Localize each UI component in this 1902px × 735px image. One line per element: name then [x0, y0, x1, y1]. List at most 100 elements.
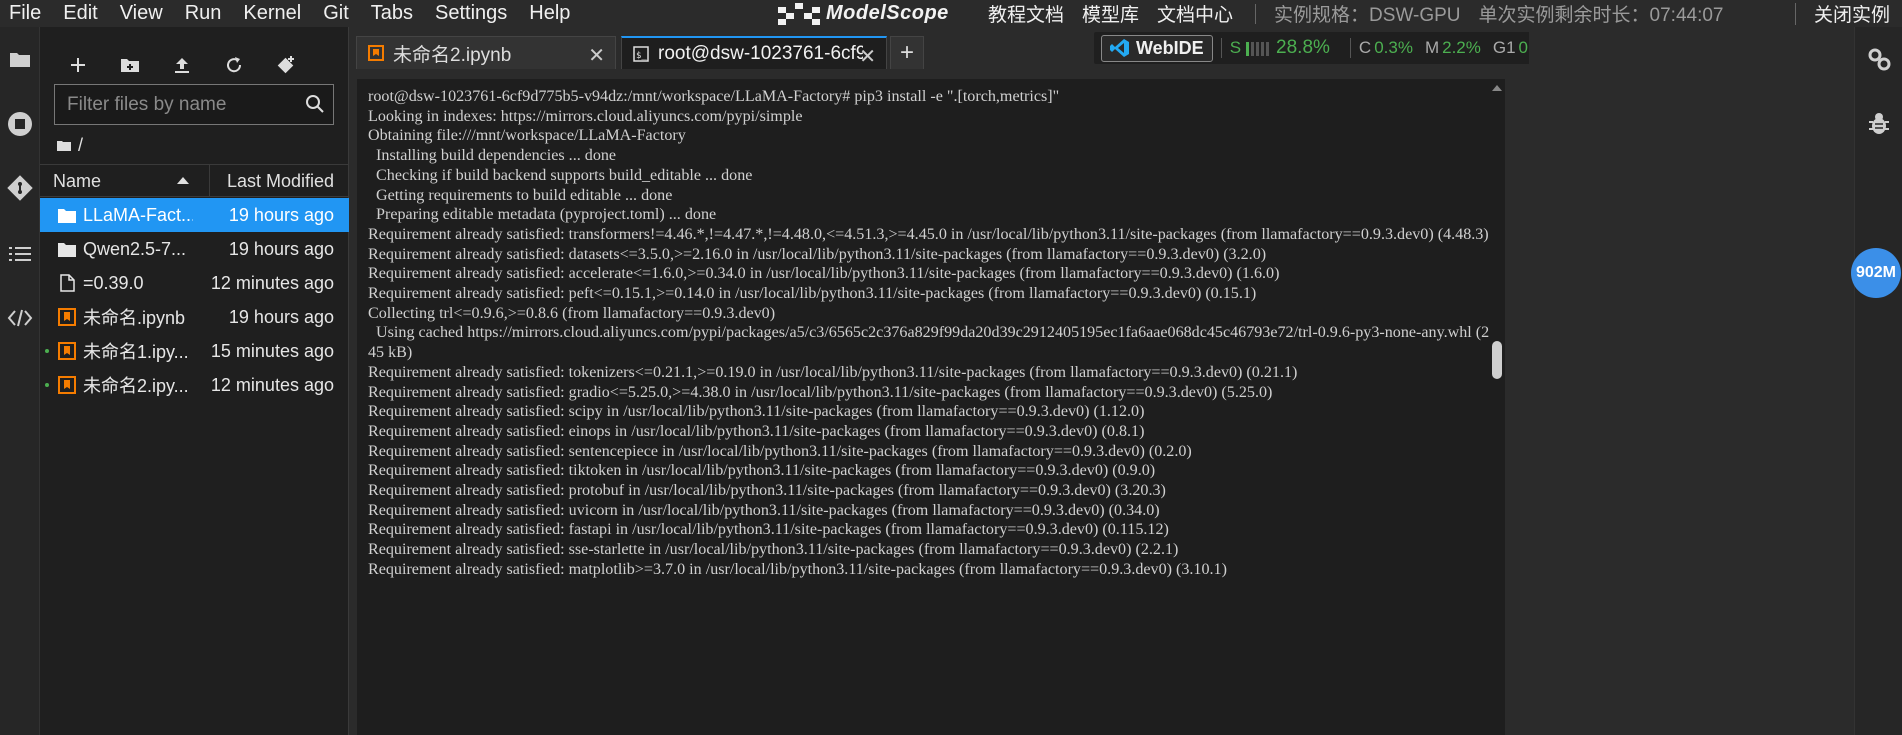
file-modified: 19 hours ago — [228, 306, 334, 327]
folder-icon — [57, 205, 77, 225]
scroll-up-icon[interactable] — [1492, 85, 1502, 91]
file-row[interactable]: LLaMA-Fact... 19 hours ago — [40, 198, 349, 232]
file-row[interactable]: 未命名.ipynb 19 hours ago — [40, 300, 349, 334]
list-icon[interactable] — [5, 239, 35, 269]
modelscope-logo[interactable]: ModelScope — [778, 0, 949, 27]
webide-button[interactable]: WebIDE — [1101, 34, 1213, 62]
terminal-line: Requirement already satisfied: scipy in … — [368, 403, 1145, 421]
instance-spec: 实例规格：DSW-GPU — [1274, 5, 1461, 26]
terminal-scrollbar[interactable] — [1489, 79, 1505, 735]
menu-run[interactable]: Run — [174, 0, 233, 27]
terminal-line: Requirement already satisfied: accelerat… — [368, 265, 1280, 283]
terminal-output[interactable]: root@dsw-1023761-6cf9d775b5-v94dz:/mnt/w… — [368, 87, 1490, 580]
debugger-icon[interactable] — [1864, 109, 1894, 139]
webide-label: WebIDE — [1136, 37, 1204, 58]
menu-view[interactable]: View — [109, 0, 174, 27]
file-modified: 12 minutes ago — [210, 374, 334, 395]
search-icon[interactable] — [305, 94, 325, 114]
brand-name: ModelScope — [826, 2, 949, 24]
memory-badge[interactable]: 902M — [1851, 248, 1901, 298]
file-row[interactable]: 未命名1.ipy... 15 minutes ago — [40, 334, 349, 368]
menu-bar: File Edit View Run Kernel Git Tabs Setti… — [0, 0, 1902, 27]
terminal-line: Requirement already satisfied: fastapi i… — [368, 521, 1169, 539]
upload-icon[interactable] — [164, 47, 200, 83]
running-indicator — [45, 349, 49, 353]
notebook-icon — [367, 44, 385, 62]
file-name: Qwen2.5-7... — [83, 238, 187, 259]
metric-memory: M 2.2% — [1425, 38, 1481, 58]
file-icon — [57, 273, 77, 293]
menu-file[interactable]: File — [0, 0, 52, 27]
close-instance-area: 关闭实例 — [1794, 0, 1890, 27]
menu-tabs[interactable]: Tabs — [360, 0, 424, 27]
new-launcher-icon[interactable] — [60, 47, 96, 83]
running-indicator — [45, 383, 49, 387]
file-list: LLaMA-Fact... 19 hours ago Qwen2.5-7... 19 … — [40, 198, 349, 402]
folder-icon[interactable] — [57, 140, 71, 151]
metric-memory-value: 2.2% — [1442, 38, 1481, 57]
add-tab-button[interactable]: + — [890, 36, 924, 69]
terminal-line: Requirement already satisfied: transform… — [368, 225, 1489, 243]
code-icon[interactable] — [5, 303, 35, 333]
plus-icon: + — [899, 39, 914, 66]
menu-kernel[interactable]: Kernel — [232, 0, 312, 27]
new-folder-icon[interactable] — [112, 47, 148, 83]
close-instance-button[interactable]: 关闭实例 — [1814, 0, 1890, 27]
link-doc-center[interactable]: 文档中心 — [1157, 0, 1233, 27]
terminal-line: Requirement already satisfied: protobuf … — [368, 482, 1166, 500]
terminal-line: root@dsw-1023761-6cf9d775b5-v94dz:/mnt/w… — [368, 88, 1060, 105]
divider — [1220, 38, 1222, 58]
metric-cpu: C 0.3% — [1359, 38, 1413, 58]
scroll-thumb[interactable] — [1492, 341, 1502, 379]
file-row[interactable]: Qwen2.5-7... 19 hours ago — [40, 232, 349, 266]
column-modified-header[interactable]: Last Modified — [210, 165, 349, 196]
file-filter-input[interactable] — [55, 93, 295, 116]
file-name: LLaMA-Fact... — [83, 204, 193, 225]
right-gutter — [1529, 27, 1854, 735]
menu-git[interactable]: Git — [312, 0, 360, 27]
vscode-icon — [1110, 39, 1129, 57]
file-modified: 12 minutes ago — [210, 272, 334, 293]
terminal-line: Requirement already satisfied: einops in… — [368, 422, 1145, 440]
file-row[interactable]: =0.39.0 12 minutes ago — [40, 266, 349, 300]
link-model-hub[interactable]: 模型库 — [1082, 0, 1139, 27]
property-inspector-icon[interactable] — [1864, 44, 1894, 74]
file-row[interactable]: 未命名2.ipy... 12 minutes ago — [40, 368, 349, 402]
file-name: 未命名.ipynb — [83, 308, 186, 328]
resource-status: WebIDE S 28.8% C 0.3% M 2.2% G1 0.0% — [1094, 32, 1580, 64]
close-icon[interactable]: ✕ — [859, 44, 876, 69]
terminal-line: Looking in indexes: https://mirrors.clou… — [368, 107, 803, 125]
file-name: =0.39.0 — [83, 272, 144, 293]
git-clone-icon[interactable] — [268, 47, 304, 83]
svg-text:$_: $_ — [636, 51, 647, 61]
storage-bar-icon — [1246, 40, 1270, 56]
stop-circle-icon[interactable] — [5, 109, 35, 139]
remaining-time: 单次实例剩余时长：07:44:07 — [1478, 5, 1724, 26]
metric-storage-value: 28.8% — [1276, 37, 1330, 58]
file-browser-toolbar — [40, 47, 349, 83]
terminal-icon: $_ — [632, 45, 650, 63]
file-modified: 15 minutes ago — [210, 340, 334, 361]
tab-terminal[interactable]: $_ root@dsw-1023761-6cf9d77 ✕ — [621, 36, 887, 69]
file-modified: 19 hours ago — [228, 204, 334, 225]
link-tutorial[interactable]: 教程文档 — [988, 0, 1064, 27]
terminal-line: Requirement already satisfied: gradio<=5… — [368, 383, 1273, 401]
notebook-icon — [57, 341, 77, 361]
menu-help[interactable]: Help — [518, 0, 581, 27]
metric-cpu-value: 0.3% — [1374, 38, 1413, 57]
menu-edit[interactable]: Edit — [52, 0, 108, 27]
close-icon[interactable]: ✕ — [588, 43, 605, 68]
right-sidebar-rail — [1854, 27, 1902, 735]
column-name-header[interactable]: Name — [40, 165, 210, 196]
tab-bar: 未命名2.ipynb ✕ $_ root@dsw-1023761-6cf9d77… — [349, 27, 1580, 69]
file-name: 未命名2.ipy... — [83, 376, 189, 396]
terminal-panel[interactable]: root@dsw-1023761-6cf9d775b5-v94dz:/mnt/w… — [357, 79, 1505, 735]
terminal-line: Checking if build backend supports build… — [368, 166, 753, 184]
breadcrumb-root[interactable]: / — [78, 135, 83, 156]
metric-gpu-label: G1 — [1492, 38, 1516, 57]
menu-settings[interactable]: Settings — [424, 0, 518, 27]
tab-notebook[interactable]: 未命名2.ipynb ✕ — [356, 36, 616, 69]
git-icon[interactable] — [5, 173, 35, 203]
refresh-icon[interactable] — [216, 47, 252, 83]
folder-icon[interactable] — [5, 44, 35, 74]
